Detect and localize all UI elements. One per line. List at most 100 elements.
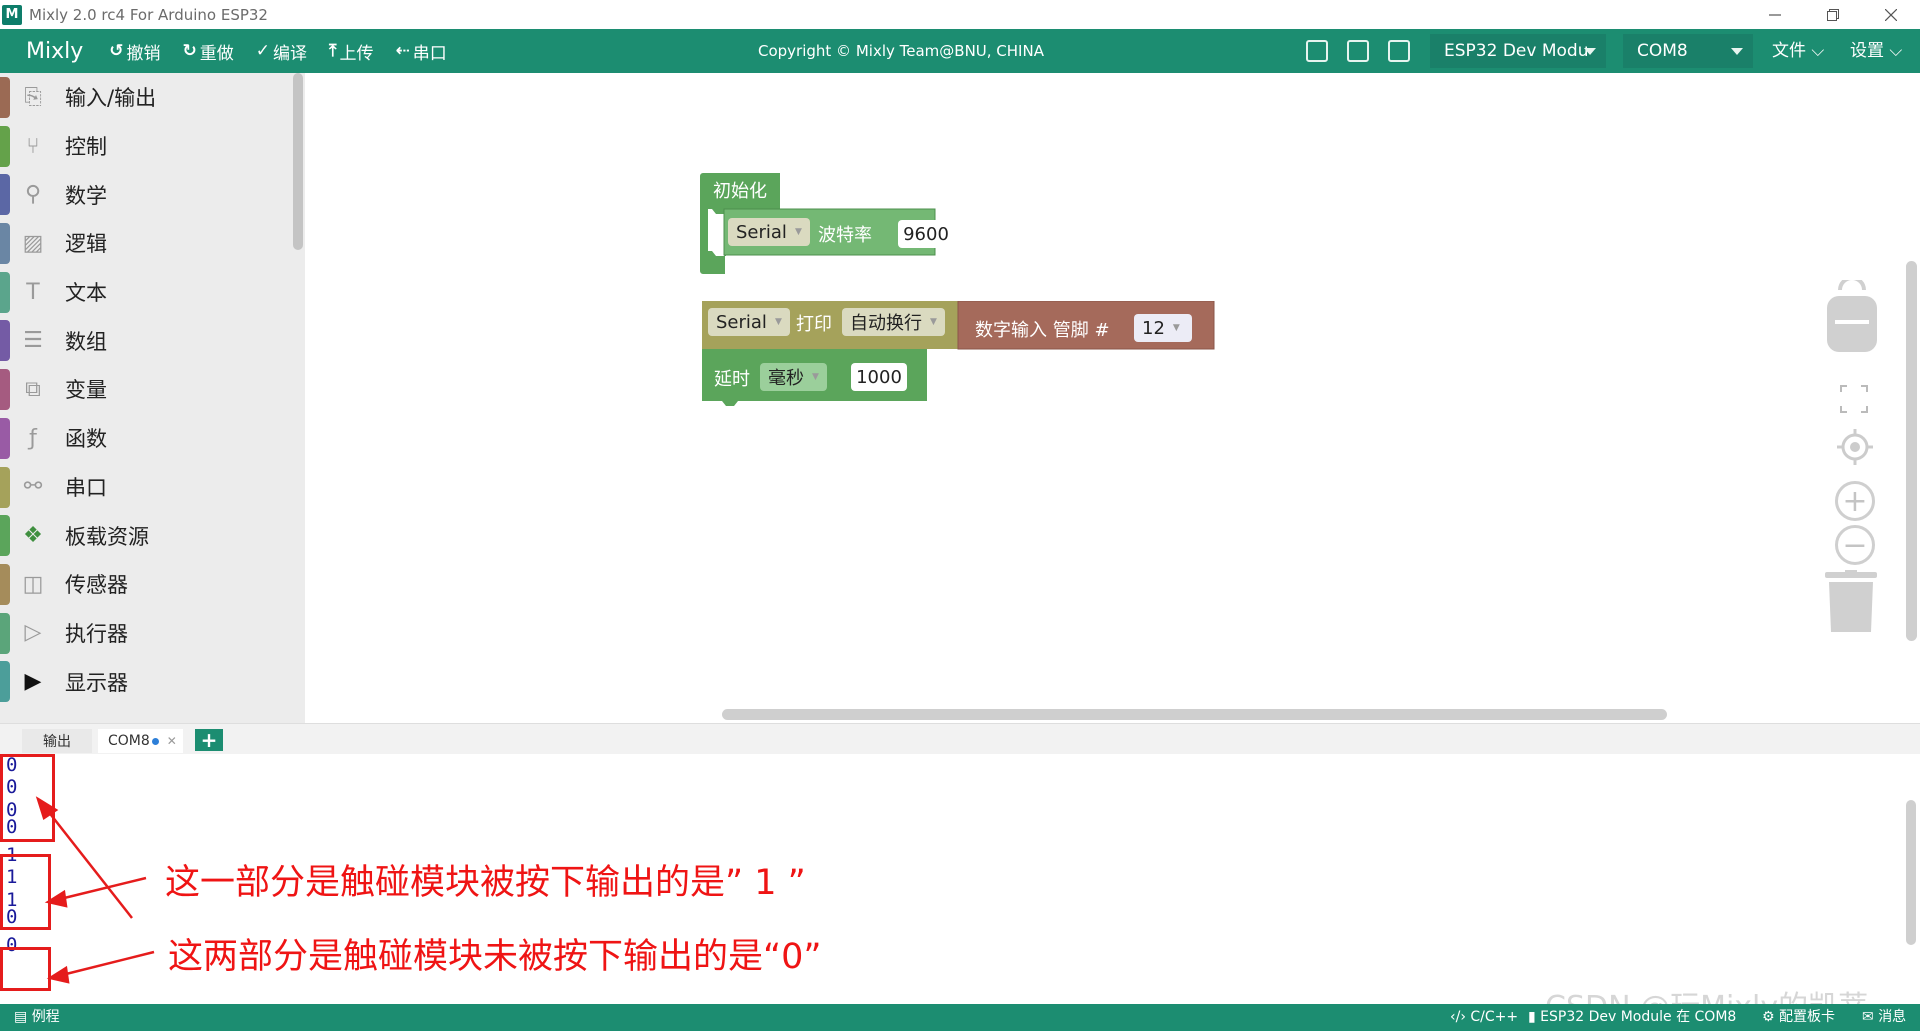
newline-select[interactable]: 自动换行 ▼ bbox=[842, 308, 945, 336]
delay-unit-select[interactable]: 毫秒 ▼ bbox=[760, 363, 827, 391]
sidebar-scrollbar[interactable] bbox=[293, 73, 303, 250]
config-board-button[interactable]: ⚙ 配置板卡 bbox=[1762, 1004, 1835, 1031]
sidebar-category-label: 控制 bbox=[65, 135, 107, 160]
category-color-stripe bbox=[0, 77, 10, 118]
undo-button[interactable]: ↺ 撤销 bbox=[109, 39, 160, 64]
serial-select[interactable]: Serial ▼ bbox=[728, 218, 810, 246]
messages-button[interactable]: ✉ 消息 bbox=[1862, 1004, 1906, 1031]
brand-label: Mixly bbox=[26, 38, 84, 64]
port-select[interactable]: COM8 bbox=[1623, 34, 1753, 68]
window-title: Mixly 2.0 rc4 For Arduino ESP32 bbox=[29, 5, 268, 24]
category-color-stripe bbox=[0, 563, 10, 605]
sidebar-category-label: 串口 bbox=[65, 475, 107, 500]
examples-button[interactable]: ▤ 例程 bbox=[14, 1004, 60, 1031]
block-workspace[interactable]: 初始化 Serial ▼ 波特率 9600 Serial ▼ 打印 自动换行 ▼ 数字… bbox=[305, 73, 1920, 723]
board-value: ESP32 Dev Modu bbox=[1444, 41, 1589, 61]
sidebar-category-item[interactable]: ▨ 逻辑 bbox=[0, 219, 305, 268]
board-select[interactable]: ESP32 Dev Modu bbox=[1430, 34, 1606, 68]
console-scrollbar[interactable] bbox=[1906, 800, 1916, 945]
tab-output[interactable]: 输出 bbox=[22, 729, 92, 753]
sidebar-category-item[interactable]: ◫ 传感器 bbox=[0, 560, 305, 609]
sidebar-category-item[interactable]: ⑂ 控制 bbox=[0, 122, 305, 171]
sidebar-category-item[interactable]: ▷ 执行器 bbox=[0, 609, 305, 658]
print-label: 打印 bbox=[796, 314, 832, 335]
sidebar-category-label: 输入/输出 bbox=[65, 86, 157, 111]
zoom-in-icon[interactable]: + bbox=[1835, 481, 1875, 521]
board-status: ▮ ESP32 Dev Module 在 COM8 bbox=[1528, 1009, 1737, 1025]
sidebar-category-item[interactable]: ▶ 显示器 bbox=[0, 657, 305, 706]
sidebar-category-label: 函数 bbox=[65, 427, 107, 452]
tab-com8[interactable]: COM8 ✕ bbox=[98, 729, 183, 753]
sidebar-category-label: 逻辑 bbox=[65, 232, 107, 257]
category-color-stripe bbox=[0, 125, 10, 167]
pin-select[interactable]: 12 ▼ bbox=[1134, 314, 1192, 342]
sidebar-category-label: 显示器 bbox=[65, 670, 128, 695]
category-color-stripe bbox=[0, 417, 10, 459]
serial-console[interactable]: 000011100 这一部分是触碰模块被按下输出的是” 1 ” 这两部分是触碰模… bbox=[0, 754, 1920, 1004]
sidebar-toggle-icon[interactable] bbox=[1347, 40, 1369, 62]
main-toolbar: Mixly ↺ 撤销 ↻ 重做 ✓ 编译 ⤒ 上传 ⇠ 串口 Copyright © Mi… bbox=[0, 29, 1920, 73]
upload-button[interactable]: ⤒ 上传 bbox=[329, 39, 374, 64]
sidebar-category-item[interactable]: ❖ 板载资源 bbox=[0, 511, 305, 560]
category-color-stripe bbox=[0, 466, 10, 508]
serial-button[interactable]: ⇠ 串口 bbox=[396, 39, 447, 64]
redo-button[interactable]: ↻ 重做 bbox=[183, 39, 234, 64]
function-icon: ƒ bbox=[29, 425, 37, 451]
redo-label: 重做 bbox=[199, 43, 234, 64]
annotation-released-text: 这两部分是触碰模块未被按下输出的是“0” bbox=[168, 937, 822, 977]
logic-icon: ▨ bbox=[22, 230, 44, 256]
console-tabs: 输出 COM8 ✕ + bbox=[0, 723, 1920, 754]
trash-icon[interactable] bbox=[1823, 570, 1879, 632]
io-icon: ⎘ bbox=[24, 84, 42, 110]
text-icon: T bbox=[26, 279, 40, 305]
recenter-icon[interactable] bbox=[1837, 429, 1873, 465]
category-color-stripe bbox=[0, 661, 10, 703]
print-serial-select[interactable]: Serial ▼ bbox=[708, 308, 790, 336]
category-color-stripe bbox=[0, 515, 10, 557]
workspace-vertical-scrollbar[interactable] bbox=[1906, 261, 1917, 641]
upload-label: 上传 bbox=[339, 43, 374, 64]
mixly-logo-icon: M bbox=[2, 4, 22, 25]
serial-label: 串口 bbox=[412, 43, 447, 64]
undo-icon: ↺ bbox=[109, 41, 124, 61]
category-color-stripe bbox=[0, 174, 10, 216]
restore-icon[interactable] bbox=[1804, 0, 1862, 29]
add-tab-button[interactable]: + bbox=[195, 728, 223, 752]
baud-value[interactable]: 9600 bbox=[898, 220, 954, 248]
close-icon[interactable] bbox=[1862, 0, 1920, 29]
sidebar-category-item[interactable]: T 文本 bbox=[0, 268, 305, 317]
code-view-icon[interactable] bbox=[1388, 40, 1410, 62]
category-color-stripe bbox=[0, 271, 10, 313]
sidebar-category-label: 执行器 bbox=[65, 621, 128, 646]
sidebar-category-item[interactable]: ⚲ 数学 bbox=[0, 170, 305, 219]
variable-icon: ⧉ bbox=[25, 376, 41, 402]
undo-label: 撤销 bbox=[126, 43, 161, 64]
minimize-icon[interactable] bbox=[1746, 0, 1804, 29]
branch-icon: ⑂ bbox=[26, 133, 40, 159]
sidebar-category-item[interactable]: ☰ 数组 bbox=[0, 316, 305, 365]
title-bar: M Mixly 2.0 rc4 For Arduino ESP32 bbox=[0, 0, 1920, 29]
check-icon: ✓ bbox=[255, 41, 270, 61]
zoom-out-icon[interactable]: − bbox=[1835, 525, 1875, 565]
tab-com8-label: COM8 bbox=[108, 733, 150, 749]
file-menu[interactable]: 文件 ⌵ bbox=[1772, 29, 1824, 73]
close-tab-icon[interactable]: ✕ bbox=[167, 734, 177, 748]
fullscreen-icon[interactable] bbox=[1839, 384, 1869, 414]
chevron-down-icon bbox=[1731, 48, 1743, 55]
settings-menu[interactable]: 设置 ⌵ bbox=[1850, 29, 1902, 73]
compile-button[interactable]: ✓ 编译 bbox=[256, 39, 307, 64]
board-icon: ❖ bbox=[23, 523, 43, 549]
language-indicator: ‹/› C/C++ bbox=[1450, 1009, 1519, 1025]
save-layout-icon[interactable] bbox=[1306, 40, 1328, 62]
sidebar-category-item[interactable]: ⎘ 输入/输出 bbox=[0, 73, 305, 122]
sidebar-category-item[interactable]: ⚯ 串口 bbox=[0, 463, 305, 512]
sidebar-category-item[interactable]: ⧉ 变量 bbox=[0, 365, 305, 414]
unsaved-dot-icon bbox=[151, 737, 159, 745]
workspace-horizontal-scrollbar[interactable] bbox=[722, 709, 1667, 720]
annotation-pressed-text: 这一部分是触碰模块被按下输出的是” 1 ” bbox=[165, 863, 806, 903]
upload-icon: ⤒ bbox=[329, 41, 337, 61]
category-color-stripe bbox=[0, 223, 10, 265]
delay-value[interactable]: 1000 bbox=[851, 363, 907, 391]
backpack-icon[interactable] bbox=[1825, 280, 1879, 352]
sidebar-category-item[interactable]: ƒ 函数 bbox=[0, 414, 305, 463]
